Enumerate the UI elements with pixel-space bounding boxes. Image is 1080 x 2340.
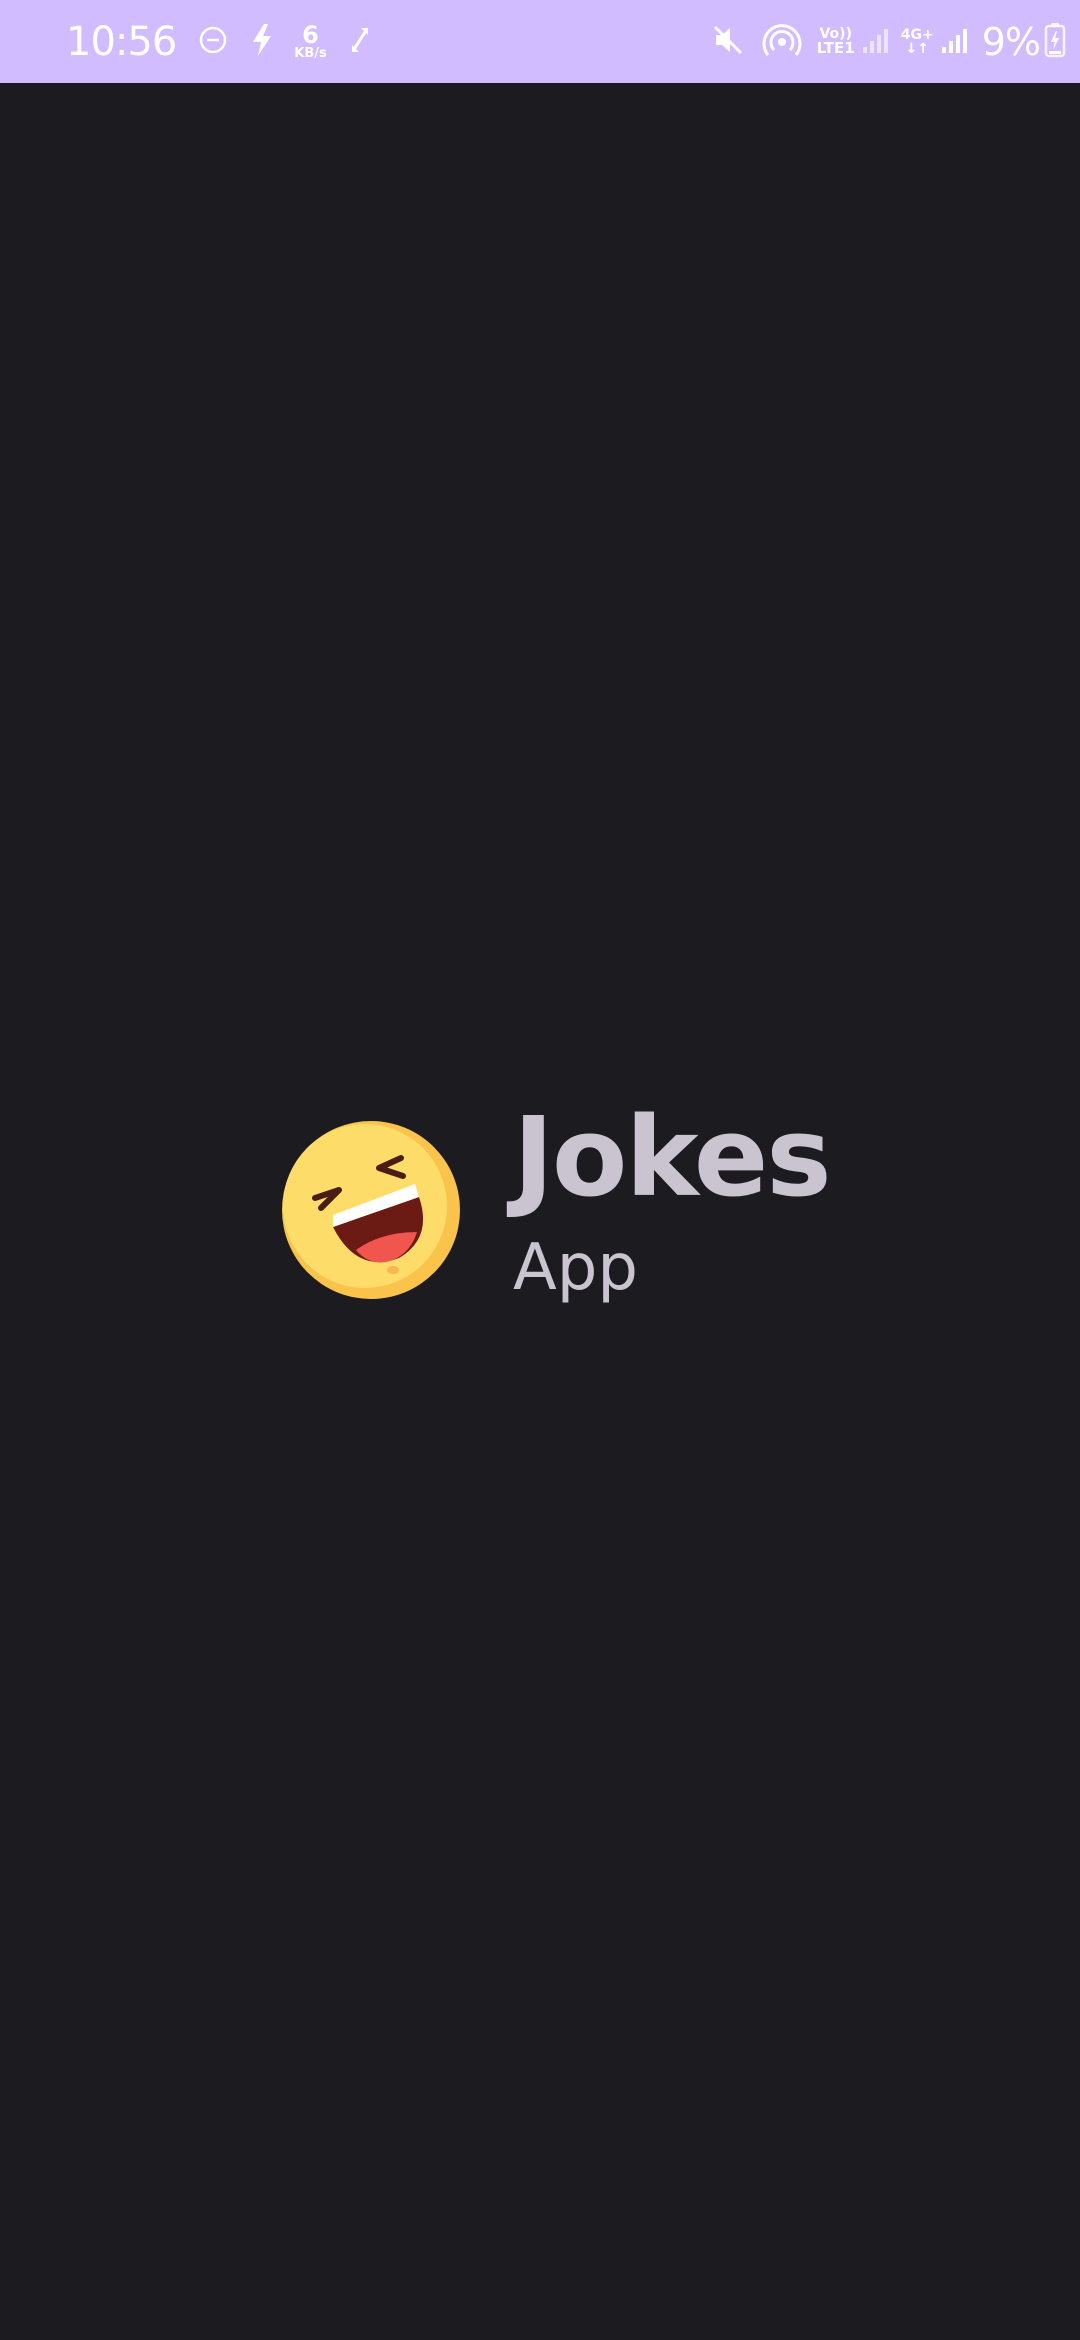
splash-screen: Jokes App <box>0 83 1080 2340</box>
battery-percent: 9% <box>981 19 1041 64</box>
splash-branding: Jokes App <box>281 1102 832 1305</box>
bolt-icon <box>250 23 274 61</box>
status-time: 10:56 <box>66 18 177 65</box>
data-arrows: ↓↑ <box>905 40 929 57</box>
mute-icon <box>711 23 745 61</box>
app-subtitle: App <box>513 1231 639 1305</box>
network-generation: 4G+ ↓↑ <box>901 28 934 56</box>
sync-icon <box>349 25 371 59</box>
splash-titles: Jokes App <box>513 1102 832 1305</box>
app-title: Jokes <box>513 1093 832 1221</box>
signal-icon-sim2 <box>940 25 970 59</box>
volte-indicator: Vo)) LTE1 <box>817 27 855 56</box>
network-generation-label: 4G+ <box>900 26 934 43</box>
laughing-emoji-icon <box>281 1120 461 1300</box>
volte-bottom: LTE1 <box>816 39 855 57</box>
status-bar: 10:56 6 KB/s Vo)) LTE1 4G+ ↓↑ 9% <box>0 0 1080 83</box>
hotspot-icon <box>761 22 803 62</box>
dnd-icon <box>198 25 228 59</box>
battery-icon <box>1044 22 1066 62</box>
network-speed: 6 KB/s <box>294 23 326 60</box>
network-speed-value: 6 <box>302 21 319 49</box>
signal-icon-sim1 <box>861 25 891 59</box>
network-speed-unit: KB/s <box>294 46 327 61</box>
